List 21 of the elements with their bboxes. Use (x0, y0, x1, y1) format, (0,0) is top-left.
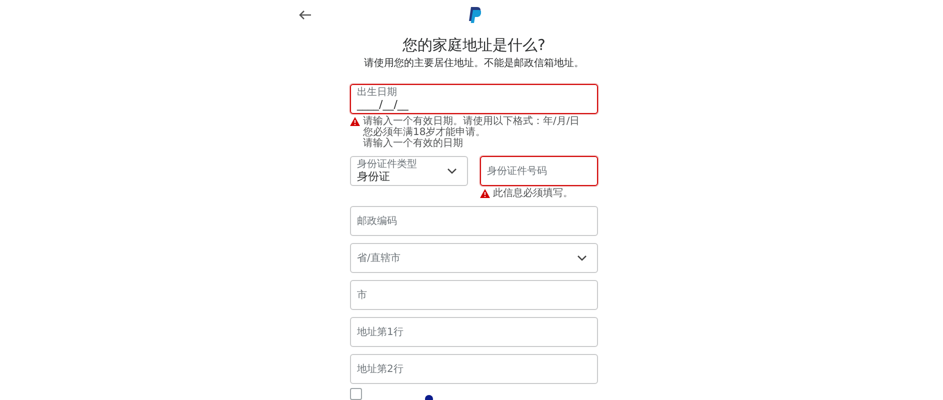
page-subtitle: 请使用您的主要居住地址。不能是邮政信箱地址。 (363, 57, 585, 71)
error-message: 此信息必须填写。 (493, 188, 573, 199)
page-title: 您的家庭地址是什么? (402, 35, 546, 55)
input-field[interactable]: 地址第1行 (350, 317, 598, 347)
input-field[interactable]: 市 (350, 280, 598, 310)
back-arrow-icon[interactable] (298, 8, 312, 22)
input-field[interactable]: 邮政编码 (350, 206, 598, 236)
error-message: 请输入一个有效的日期 (362, 138, 464, 149)
error-message: 请输入一个有效日期。请使用以下格式：年/月/日 (363, 116, 580, 127)
warning-icon (350, 117, 360, 126)
input-field[interactable]: 出生日期 ____/__/__ (350, 84, 598, 114)
chevron-down-icon (577, 255, 587, 262)
chevron-down-icon (447, 168, 457, 175)
checkbox[interactable] (350, 388, 362, 400)
input-field[interactable]: 地址第2行 (350, 354, 598, 384)
logo-icon (467, 7, 481, 23)
dropdown-field[interactable]: 省/直辖市 (350, 243, 598, 273)
error-message: 您必须年满18岁才能申请。 (362, 127, 487, 138)
input-field[interactable]: 身份证件号码 (480, 156, 598, 186)
dropdown-field[interactable]: 身份证件类型 身份证 (350, 156, 468, 186)
warning-icon (480, 189, 490, 198)
